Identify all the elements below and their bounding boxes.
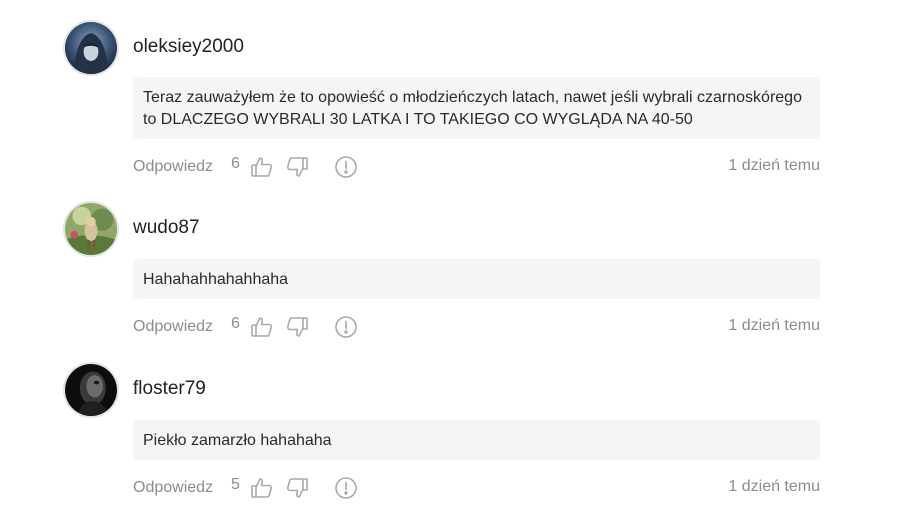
user-avatar[interactable]: [63, 20, 119, 76]
comment-timestamp: 1 dzień temu: [728, 478, 820, 495]
username[interactable]: floster79: [133, 378, 206, 400]
username[interactable]: wudo87: [133, 217, 200, 239]
report-icon[interactable]: [334, 476, 358, 500]
username[interactable]: oleksiey2000: [133, 36, 244, 58]
comment-text-line: to DLACZEGO WYBRALI 30 LATKA I TO TAKIEG…: [143, 111, 693, 128]
thumbs-down-icon[interactable]: [285, 315, 309, 339]
comment-body: Teraz zauważyłem że to opowieść o młodzi…: [133, 77, 820, 139]
reply-button[interactable]: Odpowiedz: [133, 318, 213, 336]
avatar-dark-face-icon: [65, 364, 117, 416]
user-avatar[interactable]: [63, 201, 119, 257]
vote-count: 5: [231, 476, 240, 493]
thumbs-up-icon[interactable]: [250, 315, 274, 339]
comment-timestamp: 1 dzień temu: [728, 157, 820, 174]
report-icon[interactable]: [334, 155, 358, 179]
vote-count: 6: [231, 315, 240, 332]
comment-timestamp: 1 dzień temu: [728, 317, 820, 334]
user-avatar[interactable]: [63, 362, 119, 418]
thumbs-down-icon[interactable]: [285, 155, 309, 179]
comment-body: Piekło zamarzło hahahaha: [133, 420, 820, 460]
comment-text-line: Teraz zauważyłem że to opowieść o młodzi…: [143, 89, 802, 106]
comment-actions: Odpowiedz 6 1 dzień temu: [133, 155, 820, 181]
comment-actions: Odpowiedz 6 1 dzień temu: [133, 315, 820, 341]
thumbs-down-icon[interactable]: [285, 476, 309, 500]
reply-button[interactable]: Odpowiedz: [133, 479, 213, 497]
avatar-hooded-figure-icon: [65, 22, 117, 74]
comment-body: Hahahahhahahhaha: [133, 259, 820, 299]
vote-count: 6: [231, 155, 240, 172]
comment-actions: Odpowiedz 5 1 dzień temu: [133, 476, 820, 502]
avatar-fantasy-scene-icon: [65, 203, 117, 255]
report-icon[interactable]: [334, 315, 358, 339]
reply-button[interactable]: Odpowiedz: [133, 158, 213, 176]
comment-text-line: Hahahahhahahhaha: [143, 271, 289, 288]
thumbs-up-icon[interactable]: [250, 476, 274, 500]
comment-text-line: Piekło zamarzło hahahaha: [143, 432, 332, 449]
thumbs-up-icon[interactable]: [250, 155, 274, 179]
